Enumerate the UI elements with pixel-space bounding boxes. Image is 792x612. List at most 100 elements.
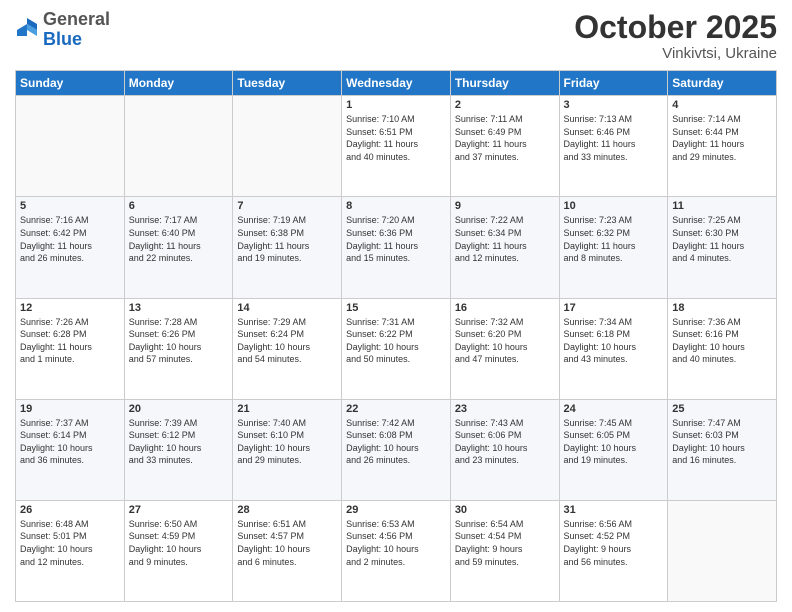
logo-icon (15, 16, 39, 44)
day-number: 13 (129, 302, 229, 314)
day-info: Sunrise: 6:54 AMSunset: 4:54 PMDaylight:… (455, 518, 555, 568)
day-info: Sunrise: 7:37 AMSunset: 6:14 PMDaylight:… (20, 417, 120, 467)
day-info: Sunrise: 6:51 AMSunset: 4:57 PMDaylight:… (237, 518, 337, 568)
day-info: Sunrise: 7:22 AMSunset: 6:34 PMDaylight:… (455, 214, 555, 264)
logo-general: General (43, 9, 110, 29)
header: General Blue October 2025 Vinkivtsi, Ukr… (15, 10, 777, 62)
day-number: 29 (346, 504, 446, 516)
calendar-cell: 5Sunrise: 7:16 AMSunset: 6:42 PMDaylight… (16, 197, 125, 298)
col-wednesday: Wednesday (342, 71, 451, 96)
day-number: 10 (564, 200, 664, 212)
day-info: Sunrise: 6:53 AMSunset: 4:56 PMDaylight:… (346, 518, 446, 568)
calendar-cell: 1 Sunrise: 7:10 AMSunset: 6:51 PMDaylight… (342, 96, 451, 197)
calendar-cell: 31 Sunrise: 6:56 AMSunset: 4:52 PMDayligh… (559, 500, 668, 601)
day-info: Sunrise: 7:45 AMSunset: 6:05 PMDaylight:… (564, 417, 664, 467)
day-info: Sunrise: 7:43 AMSunset: 6:06 PMDaylight:… (455, 417, 555, 467)
logo: General Blue (15, 10, 110, 50)
calendar-cell: 25 Sunrise: 7:47 AMSunset: 6:03 PMDayligh… (668, 399, 777, 500)
day-number: 5 (20, 200, 120, 212)
calendar-cell: 19 Sunrise: 7:37 AMSunset: 6:14 PMDayligh… (16, 399, 125, 500)
day-number: 8 (346, 200, 446, 212)
calendar-cell: 27Sunrise: 6:50 AMSunset: 4:59 PMDayligh… (124, 500, 233, 601)
day-number: 20 (129, 403, 229, 415)
day-number: 31 (564, 504, 664, 516)
calendar-cell: 11Sunrise: 7:25 AMSunset: 6:30 PMDayligh… (668, 197, 777, 298)
day-info: Sunrise: 7:17 AMSunset: 6:40 PMDaylight:… (129, 214, 229, 264)
day-info: Sunrise: 7:10 AMSunset: 6:51 PMDaylight:… (346, 113, 446, 163)
day-number: 15 (346, 302, 446, 314)
logo-blue: Blue (43, 29, 82, 49)
calendar-cell: 12Sunrise: 7:26 AMSunset: 6:28 PMDayligh… (16, 298, 125, 399)
day-number: 19 (20, 403, 120, 415)
day-info: Sunrise: 7:14 AMSunset: 6:44 PMDaylight:… (672, 113, 772, 163)
day-info: Sunrise: 7:29 AMSunset: 6:24 PMDaylight:… (237, 316, 337, 366)
day-number: 25 (672, 403, 772, 415)
day-number: 11 (672, 200, 772, 212)
calendar-cell: 10 Sunrise: 7:23 AMSunset: 6:32 PMDayligh… (559, 197, 668, 298)
calendar-cell: 7 Sunrise: 7:19 AMSunset: 6:38 PMDaylight… (233, 197, 342, 298)
calendar-cell: 23 Sunrise: 7:43 AMSunset: 6:06 PMDayligh… (450, 399, 559, 500)
calendar-cell: 20 Sunrise: 7:39 AMSunset: 6:12 PMDayligh… (124, 399, 233, 500)
week-row-2: 5Sunrise: 7:16 AMSunset: 6:42 PMDaylight… (16, 197, 777, 298)
day-number: 21 (237, 403, 337, 415)
day-number: 2 (455, 99, 555, 111)
calendar-cell: 24 Sunrise: 7:45 AMSunset: 6:05 PMDayligh… (559, 399, 668, 500)
col-friday: Friday (559, 71, 668, 96)
day-info: Sunrise: 7:28 AMSunset: 6:26 PMDaylight:… (129, 316, 229, 366)
day-number: 24 (564, 403, 664, 415)
day-info: Sunrise: 7:23 AMSunset: 6:32 PMDaylight:… (564, 214, 664, 264)
day-info: Sunrise: 7:36 AMSunset: 6:16 PMDaylight:… (672, 316, 772, 366)
calendar-cell: 16Sunrise: 7:32 AMSunset: 6:20 PMDayligh… (450, 298, 559, 399)
calendar-cell (16, 96, 125, 197)
day-info: Sunrise: 6:56 AMSunset: 4:52 PMDaylight:… (564, 518, 664, 568)
calendar-cell: 9 Sunrise: 7:22 AMSunset: 6:34 PMDaylight… (450, 197, 559, 298)
calendar-cell: 3 Sunrise: 7:13 AMSunset: 6:46 PMDaylight… (559, 96, 668, 197)
calendar-cell: 15Sunrise: 7:31 AMSunset: 6:22 PMDayligh… (342, 298, 451, 399)
calendar-subtitle: Vinkivtsi, Ukraine (574, 45, 777, 62)
day-number: 23 (455, 403, 555, 415)
header-row: Sunday Monday Tuesday Wednesday Thursday… (16, 71, 777, 96)
calendar-table: Sunday Monday Tuesday Wednesday Thursday… (15, 70, 777, 602)
day-info: Sunrise: 7:39 AMSunset: 6:12 PMDaylight:… (129, 417, 229, 467)
day-info: Sunrise: 7:34 AMSunset: 6:18 PMDaylight:… (564, 316, 664, 366)
calendar-cell: 13 Sunrise: 7:28 AMSunset: 6:26 PMDayligh… (124, 298, 233, 399)
day-info: Sunrise: 7:40 AMSunset: 6:10 PMDaylight:… (237, 417, 337, 467)
day-info: Sunrise: 7:19 AMSunset: 6:38 PMDaylight:… (237, 214, 337, 264)
calendar-cell: 6 Sunrise: 7:17 AMSunset: 6:40 PMDaylight… (124, 197, 233, 298)
calendar-cell: 17Sunrise: 7:34 AMSunset: 6:18 PMDayligh… (559, 298, 668, 399)
calendar-cell: 4Sunrise: 7:14 AMSunset: 6:44 PMDaylight… (668, 96, 777, 197)
calendar-cell: 28Sunrise: 6:51 AMSunset: 4:57 PMDayligh… (233, 500, 342, 601)
col-saturday: Saturday (668, 71, 777, 96)
day-info: Sunrise: 7:13 AMSunset: 6:46 PMDaylight:… (564, 113, 664, 163)
day-number: 9 (455, 200, 555, 212)
calendar-cell: 29 Sunrise: 6:53 AMSunset: 4:56 PMDayligh… (342, 500, 451, 601)
calendar-cell: 2Sunrise: 7:11 AMSunset: 6:49 PMDaylight… (450, 96, 559, 197)
day-number: 1 (346, 99, 446, 111)
calendar-cell: 14Sunrise: 7:29 AMSunset: 6:24 PMDayligh… (233, 298, 342, 399)
day-number: 6 (129, 200, 229, 212)
day-number: 22 (346, 403, 446, 415)
day-info: Sunrise: 6:50 AMSunset: 4:59 PMDaylight:… (129, 518, 229, 568)
calendar-cell (668, 500, 777, 601)
calendar-cell: 22 Sunrise: 7:42 AMSunset: 6:08 PMDayligh… (342, 399, 451, 500)
calendar-title: October 2025 (574, 10, 777, 45)
week-row-1: 1 Sunrise: 7:10 AMSunset: 6:51 PMDaylight… (16, 96, 777, 197)
col-sunday: Sunday (16, 71, 125, 96)
day-number: 7 (237, 200, 337, 212)
week-row-5: 26Sunrise: 6:48 AMSunset: 5:01 PMDayligh… (16, 500, 777, 601)
day-info: Sunrise: 7:42 AMSunset: 6:08 PMDaylight:… (346, 417, 446, 467)
calendar-cell (233, 96, 342, 197)
page: General Blue October 2025 Vinkivtsi, Ukr… (0, 0, 792, 612)
day-info: Sunrise: 6:48 AMSunset: 5:01 PMDaylight:… (20, 518, 120, 568)
logo-text: General Blue (43, 10, 110, 50)
day-number: 12 (20, 302, 120, 314)
calendar-cell: 8Sunrise: 7:20 AMSunset: 6:36 PMDaylight… (342, 197, 451, 298)
day-number: 3 (564, 99, 664, 111)
day-number: 30 (455, 504, 555, 516)
day-number: 18 (672, 302, 772, 314)
col-tuesday: Tuesday (233, 71, 342, 96)
day-info: Sunrise: 7:47 AMSunset: 6:03 PMDaylight:… (672, 417, 772, 467)
calendar-cell: 30 Sunrise: 6:54 AMSunset: 4:54 PMDayligh… (450, 500, 559, 601)
day-info: Sunrise: 7:32 AMSunset: 6:20 PMDaylight:… (455, 316, 555, 366)
col-thursday: Thursday (450, 71, 559, 96)
